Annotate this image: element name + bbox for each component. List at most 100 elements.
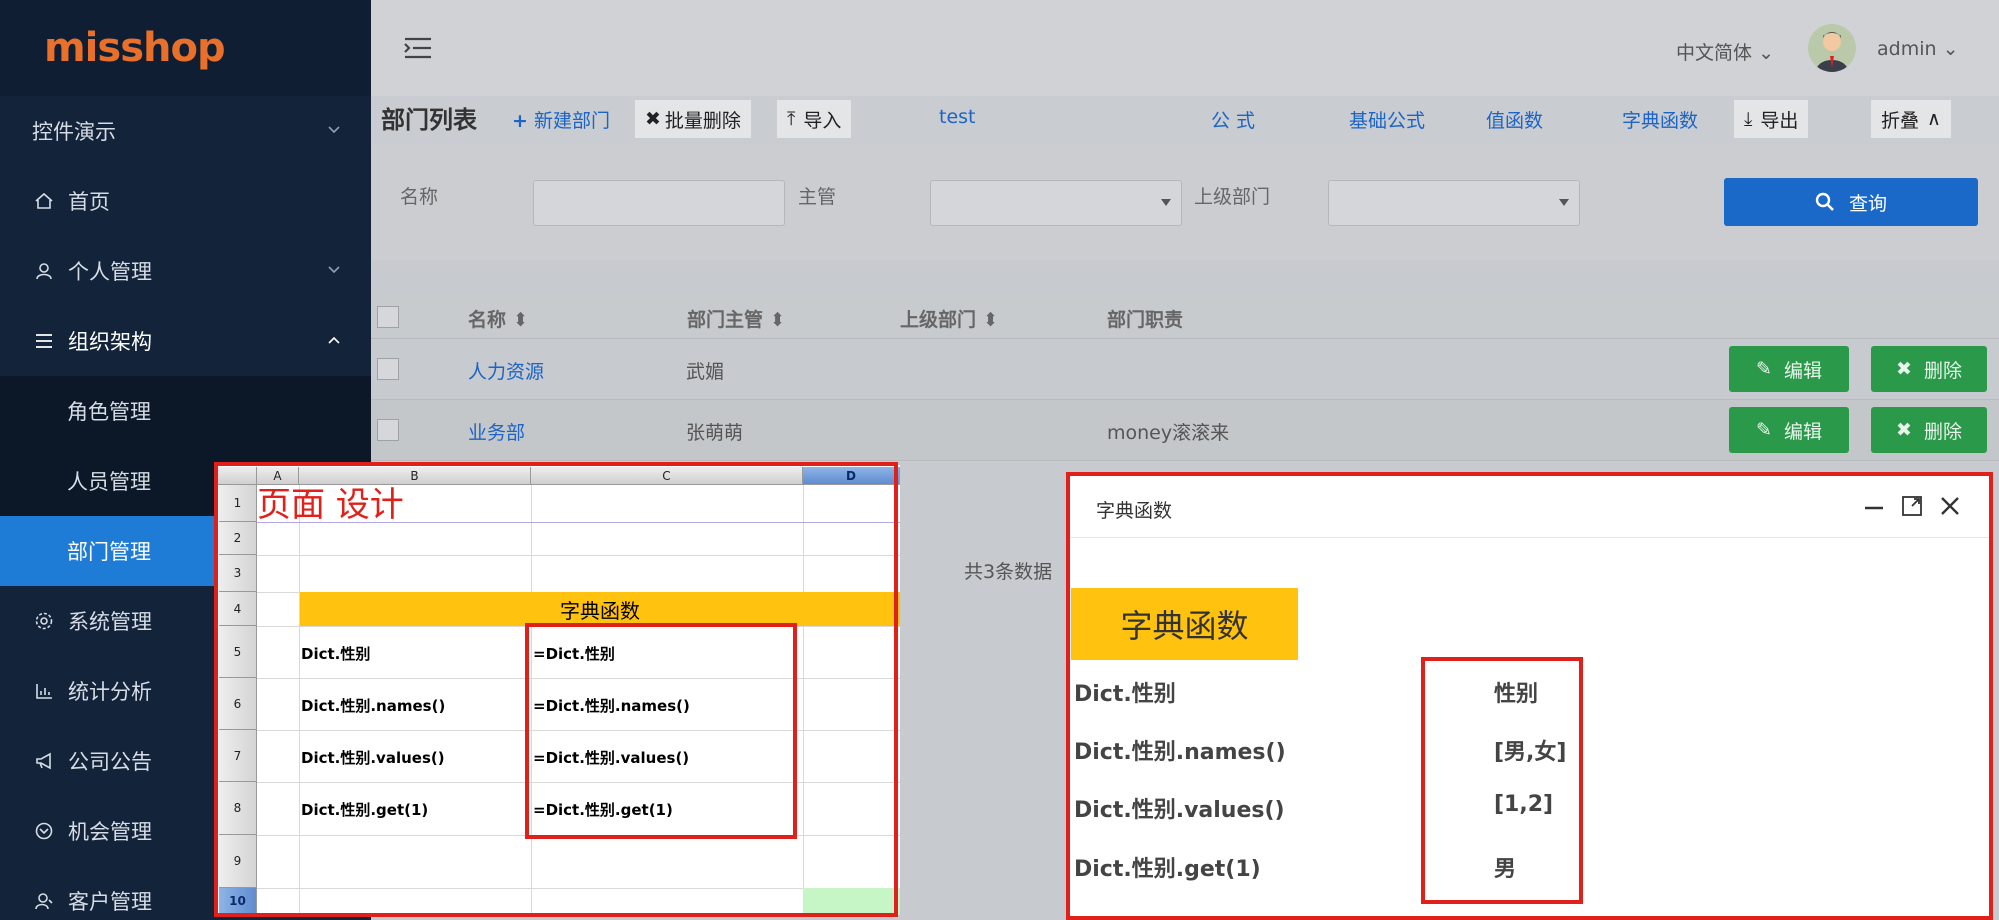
dept-manager: 张萌萌 [686, 422, 744, 444]
import-button[interactable]: ⤒ 导入 [777, 100, 852, 138]
collapse-button[interactable]: 折叠 ∧ [1871, 100, 1951, 138]
sidebar-item-label: 角色管理 [67, 400, 151, 424]
gear-icon [32, 609, 56, 633]
sidebar-item-label: 组织架构 [68, 330, 152, 354]
filter-panel: 名称 主管 上级部门 查询 [371, 144, 1999, 260]
edit-icon: ✎ [1756, 419, 1772, 441]
export-button[interactable]: ⤓ 导出 [1734, 100, 1809, 138]
export-label: 导出 [1760, 109, 1799, 132]
toolbar: 部门列表 + 新建部门 ✖ 批量删除 ⤒ 导入 test 公 式 基础公式 值函数 … [371, 96, 1999, 144]
edit-button[interactable]: ✎ 编辑 [1729, 407, 1849, 453]
bar-chart-icon [32, 679, 56, 703]
dept-name-link[interactable]: 业务部 [468, 418, 525, 445]
sidebar-item-home[interactable]: 首页 [0, 166, 371, 236]
sort-icon: ⬍ [769, 309, 786, 331]
delete-button[interactable]: ✖ 删除 [1871, 407, 1987, 453]
home-icon [32, 189, 56, 213]
basic-formula-link[interactable]: 基础公式 [1349, 106, 1425, 133]
table-row: 人力资源 武媚 ✎ 编辑 ✖ 删除 [371, 339, 1999, 400]
dialog-annotation-frame [1066, 472, 1993, 920]
sort-icon: ⬍ [982, 309, 999, 331]
header-label: 部门主管 [687, 309, 764, 331]
close-icon: ✖ [1896, 358, 1912, 380]
query-button[interactable]: 查询 [1724, 178, 1978, 226]
chevron-up-icon: ∧ [1927, 108, 1941, 130]
sidebar-item-label: 客户管理 [68, 890, 152, 914]
close-icon: ✖ [645, 108, 661, 130]
value-function-link[interactable]: 值函数 [1486, 106, 1543, 133]
logo-text: misshop [44, 25, 226, 71]
sort-icon: ⬍ [512, 309, 529, 331]
parent-dept-select[interactable] [1328, 180, 1580, 226]
header-label: 名称 [468, 309, 507, 331]
row-checkbox[interactable] [377, 358, 399, 380]
sidebar-item-label: 部门管理 [67, 540, 151, 564]
list-icon [32, 329, 56, 353]
chevron-down-icon: ⌄ [1758, 42, 1774, 64]
collapse-label: 折叠 [1881, 109, 1920, 132]
user-menu[interactable]: admin ⌄ [1877, 38, 1959, 60]
sidebar-item-label: 首页 [68, 190, 110, 214]
column-header-parent[interactable]: 上级部门 ⬍ [900, 305, 999, 332]
language-label: 中文简体 [1676, 42, 1753, 64]
edit-label: 编辑 [1783, 359, 1822, 382]
sidebar-item-label: 统计分析 [68, 680, 152, 704]
caret-down-icon [1161, 199, 1171, 206]
user-icon [32, 259, 56, 283]
sidebar-item-organization[interactable]: 组织架构 [0, 306, 371, 376]
logo[interactable]: misshop [0, 0, 371, 96]
delete-label: 删除 [1923, 420, 1962, 443]
column-header-duty: 部门职责 [1107, 309, 1184, 331]
batch-delete-label: 批量删除 [664, 109, 741, 132]
sidebar-item-label: 人员管理 [67, 470, 151, 494]
language-select[interactable]: 中文简体 ⌄ [1676, 38, 1774, 65]
design-annotation-frame [214, 462, 898, 917]
sidebar-item-label: 个人管理 [68, 260, 152, 284]
sidebar-item-roles[interactable]: 角色管理 [0, 376, 371, 446]
new-department-label: 新建部门 [533, 110, 610, 132]
department-table: 名称 ⬍ 部门主管 ⬍ 上级部门 ⬍ 部门职责 人力资源 武媚 ✎ 编辑 ✖ 删除 … [371, 295, 1999, 461]
page-title: 部门列表 [381, 106, 477, 134]
sidebar-item-label: 控件演示 [32, 120, 116, 144]
test-link[interactable]: test [939, 106, 976, 128]
user-name: admin [1877, 38, 1937, 60]
manager-label: 主管 [798, 186, 837, 208]
select-all-checkbox[interactable] [377, 306, 399, 328]
row-checkbox[interactable] [377, 419, 399, 441]
app-root: misshop 控件演示 首页 个人管理 组织架构 角色管理 人员管理 部门管理 [0, 0, 1999, 920]
dict-function-link[interactable]: 字典函数 [1622, 106, 1698, 133]
chevron-up-icon [328, 336, 340, 344]
sidebar-item-personal[interactable]: 个人管理 [0, 236, 371, 306]
parent-dept-label: 上级部门 [1194, 186, 1271, 208]
column-header-name[interactable]: 名称 ⬍ [468, 305, 529, 332]
new-department-button[interactable]: + 新建部门 [512, 106, 610, 133]
megaphone-icon [32, 749, 56, 773]
manager-select[interactable] [930, 180, 1182, 226]
formula-link[interactable]: 公 式 [1211, 106, 1255, 133]
dept-name-link[interactable]: 人力资源 [468, 357, 544, 384]
caret-down-icon [1559, 199, 1569, 206]
chevron-down-icon: ⌄ [1942, 38, 1959, 60]
edit-button[interactable]: ✎ 编辑 [1729, 346, 1849, 392]
name-input[interactable] [533, 180, 785, 226]
plus-icon: + [512, 110, 528, 132]
edit-label: 编辑 [1783, 420, 1822, 443]
total-count: 共3条数据 [964, 561, 1053, 583]
dept-duty: money滚滚来 [1107, 422, 1230, 444]
delete-button[interactable]: ✖ 删除 [1871, 346, 1987, 392]
batch-delete-button[interactable]: ✖ 批量删除 [635, 100, 751, 138]
search-icon [1815, 192, 1834, 211]
dept-manager: 武媚 [686, 361, 725, 383]
delete-label: 删除 [1923, 359, 1962, 382]
sidebar-item-controls[interactable]: 控件演示 [0, 96, 371, 166]
edit-icon: ✎ [1756, 358, 1772, 380]
table-row: 业务部 张萌萌 money滚滚来 ✎ 编辑 ✖ 删除 [371, 400, 1999, 461]
name-label: 名称 [400, 186, 439, 208]
column-header-manager[interactable]: 部门主管 ⬍ [687, 305, 786, 332]
table-header: 名称 ⬍ 部门主管 ⬍ 上级部门 ⬍ 部门职责 [371, 295, 1999, 339]
import-label: 导入 [803, 109, 842, 132]
upload-icon: ⤒ [787, 108, 796, 130]
chevron-down-icon [328, 126, 340, 134]
avatar[interactable] [1808, 24, 1856, 72]
menu-toggle-icon[interactable] [403, 36, 433, 60]
